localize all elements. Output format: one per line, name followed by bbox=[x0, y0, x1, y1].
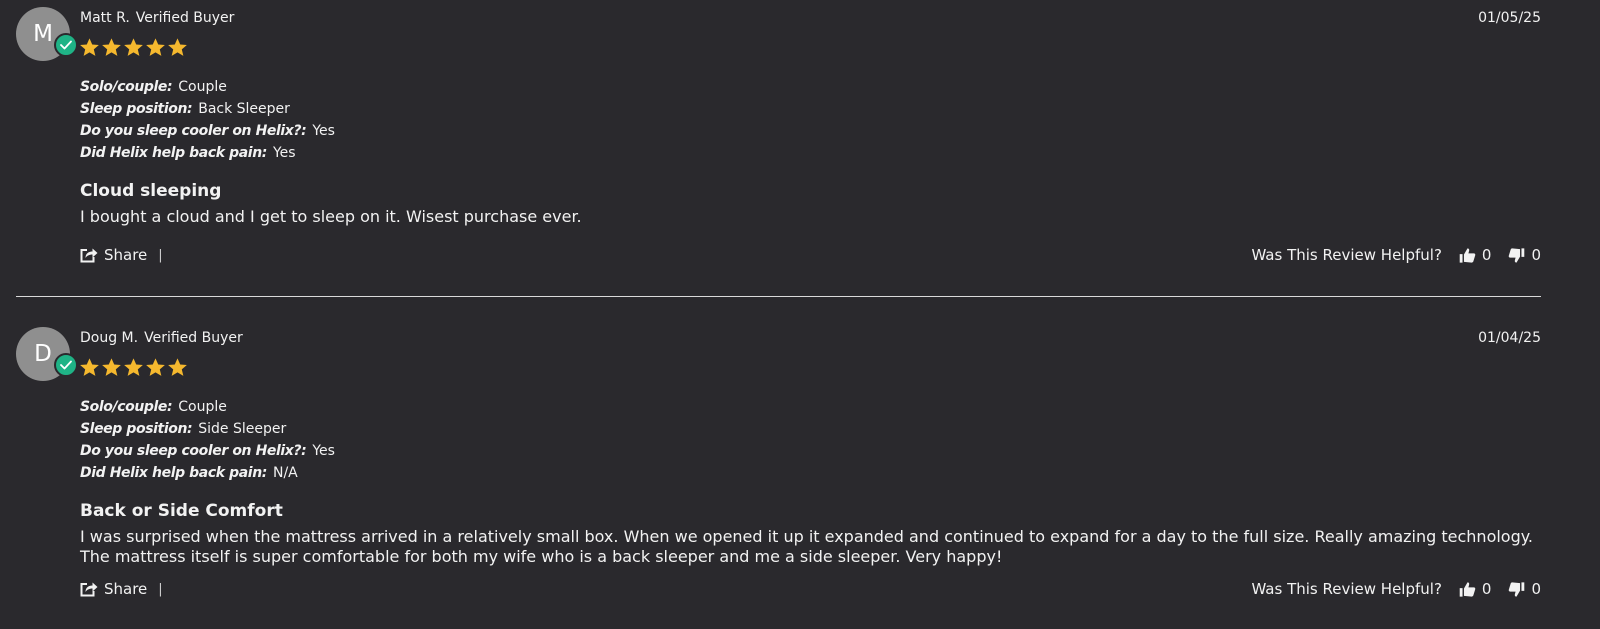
review-card: D Doug M. Verified Buyer 01/04/25 Solo/co… bbox=[16, 320, 1541, 620]
thumbs-up-icon bbox=[1459, 247, 1476, 263]
review-date: 01/05/25 bbox=[1478, 10, 1541, 26]
question-answer: Yes bbox=[312, 123, 335, 139]
share-button[interactable]: Share | bbox=[80, 246, 163, 264]
question-label: Did Helix help back pain: bbox=[80, 145, 267, 161]
question-answer: Yes bbox=[312, 443, 335, 459]
question-label: Solo/couple: bbox=[80, 79, 173, 95]
question-label: Sleep position: bbox=[80, 101, 193, 117]
avatar-initial: D bbox=[34, 341, 52, 367]
question-row: Sleep position: Back Sleeper bbox=[80, 98, 335, 120]
star-icon bbox=[124, 38, 143, 56]
question-row: Did Helix help back pain: N/A bbox=[80, 462, 335, 484]
question-row: Solo/couple: Couple bbox=[80, 76, 335, 98]
share-icon bbox=[80, 248, 98, 263]
star-icon bbox=[168, 38, 187, 56]
thumbs-up-button[interactable]: 0 bbox=[1459, 246, 1492, 264]
helpful-label: Was This Review Helpful? bbox=[1251, 580, 1442, 598]
question-answer: Couple bbox=[178, 79, 227, 95]
share-separator: | bbox=[158, 247, 163, 263]
verified-check-icon bbox=[54, 353, 78, 377]
helpful-votes: Was This Review Helpful? 0 0 bbox=[1251, 246, 1541, 264]
share-button[interactable]: Share | bbox=[80, 580, 163, 598]
question-answer: Back Sleeper bbox=[198, 101, 290, 117]
review-body: I bought a cloud and I get to sleep on i… bbox=[80, 207, 582, 226]
star-icon bbox=[102, 38, 121, 56]
question-label: Sleep position: bbox=[80, 421, 193, 437]
question-answer: Side Sleeper bbox=[198, 421, 287, 437]
thumbs-down-button[interactable]: 0 bbox=[1508, 246, 1541, 264]
review-body: I was surprised when the mattress arrive… bbox=[80, 527, 1534, 566]
review-questions: Solo/couple: Couple Sleep position: Back S… bbox=[80, 76, 335, 164]
review-title: Cloud sleeping bbox=[80, 181, 222, 201]
star-icon bbox=[80, 358, 99, 376]
verified-buyer-badge: Verified Buyer bbox=[135, 10, 235, 26]
thumbs-up-button[interactable]: 0 bbox=[1459, 580, 1492, 598]
thumbs-down-icon bbox=[1509, 247, 1525, 263]
star-icon bbox=[102, 358, 121, 376]
thumbs-up-count: 0 bbox=[1481, 246, 1492, 264]
author-name: Doug M. bbox=[80, 330, 139, 346]
share-label: Share bbox=[104, 246, 148, 264]
review-divider bbox=[16, 296, 1541, 297]
question-label: Did Helix help back pain: bbox=[80, 465, 267, 481]
thumbs-down-count: 0 bbox=[1531, 580, 1541, 598]
question-row: Did Helix help back pain: Yes bbox=[80, 142, 335, 164]
star-rating bbox=[79, 37, 188, 58]
star-rating bbox=[79, 357, 188, 378]
question-label: Do you sleep cooler on Helix?: bbox=[80, 443, 307, 459]
thumbs-down-count: 0 bbox=[1531, 246, 1541, 264]
share-separator: | bbox=[158, 581, 163, 597]
question-label: Solo/couple: bbox=[80, 399, 173, 415]
author-name: Matt R. bbox=[80, 10, 130, 26]
star-icon bbox=[146, 38, 165, 56]
question-answer: Yes bbox=[272, 145, 296, 161]
review-date: 01/04/25 bbox=[1478, 330, 1541, 346]
verified-check-icon bbox=[54, 33, 78, 57]
question-row: Do you sleep cooler on Helix?: Yes bbox=[80, 440, 335, 462]
question-answer: Couple bbox=[178, 399, 227, 415]
review-title: Back or Side Comfort bbox=[80, 501, 283, 521]
share-label: Share bbox=[104, 580, 148, 598]
star-icon bbox=[146, 358, 165, 376]
question-label: Do you sleep cooler on Helix?: bbox=[80, 123, 307, 139]
star-icon bbox=[80, 38, 99, 56]
review-card: M Matt R. Verified Buyer 01/05/25 Solo/co… bbox=[16, 0, 1541, 296]
thumbs-down-icon bbox=[1509, 581, 1525, 597]
review-questions: Solo/couple: Couple Sleep position: Side S… bbox=[80, 396, 335, 484]
star-icon bbox=[124, 358, 143, 376]
star-icon bbox=[168, 358, 187, 376]
question-answer: N/A bbox=[272, 465, 298, 481]
helpful-votes: Was This Review Helpful? 0 0 bbox=[1251, 580, 1541, 598]
question-row: Do you sleep cooler on Helix?: Yes bbox=[80, 120, 335, 142]
author-line: Doug M. Verified Buyer bbox=[80, 330, 243, 346]
verified-buyer-badge: Verified Buyer bbox=[144, 330, 243, 346]
share-icon bbox=[80, 582, 98, 597]
question-row: Solo/couple: Couple bbox=[80, 396, 335, 418]
thumbs-up-count: 0 bbox=[1481, 580, 1492, 598]
thumbs-down-button[interactable]: 0 bbox=[1508, 580, 1541, 598]
helpful-label: Was This Review Helpful? bbox=[1251, 246, 1442, 264]
author-line: Matt R. Verified Buyer bbox=[80, 10, 234, 26]
avatar-initial: M bbox=[33, 21, 53, 47]
thumbs-up-icon bbox=[1459, 581, 1476, 597]
question-row: Sleep position: Side Sleeper bbox=[80, 418, 335, 440]
